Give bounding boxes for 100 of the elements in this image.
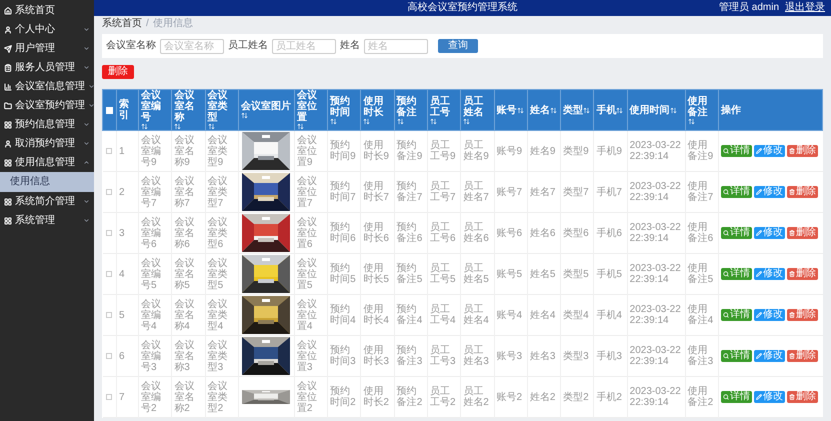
sidebar-item[interactable]: 服务人员管理	[0, 58, 94, 77]
table-cell-text: 5	[119, 310, 126, 320]
column-header[interactable]: 手机	[596, 104, 616, 116]
sort-icon[interactable]	[670, 106, 677, 114]
search-field[interactable]: 姓名	[364, 38, 428, 54]
sidebar-item[interactable]: 使用信息管理	[0, 153, 94, 172]
view-button[interactable]: 详情	[721, 391, 752, 403]
edit-button[interactable]: 修改	[754, 309, 785, 321]
row-checkbox[interactable]	[106, 230, 112, 236]
table-cell-text: 会议室编号5	[141, 258, 162, 290]
view-button[interactable]: 详情	[721, 268, 752, 280]
table-cell-text: 2023-03-22 22:39:14	[630, 304, 682, 326]
field-label: 会议室名称	[106, 40, 156, 52]
sidebar-item[interactable]: 系统首页	[0, 1, 94, 20]
delete-button[interactable]: 删除	[787, 145, 818, 157]
table-cell-text: 会议室编号7	[141, 176, 162, 208]
table-cell-text: 类型4	[563, 310, 590, 320]
delete-button[interactable]: 删除	[787, 350, 818, 362]
table-cell-text: 员工姓名3	[463, 345, 490, 367]
sort-icon[interactable]	[396, 118, 404, 124]
trash-icon	[789, 271, 795, 277]
edit-button[interactable]: 修改	[754, 145, 785, 157]
view-button[interactable]: 详情	[721, 186, 752, 198]
search-icon	[723, 312, 729, 318]
column-header[interactable]: 类型	[563, 104, 584, 116]
sort-icon[interactable]	[296, 123, 304, 130]
sort-icon[interactable]	[240, 112, 248, 119]
pencil-icon	[756, 189, 762, 195]
sidebar-item[interactable]: 用户管理	[0, 39, 94, 58]
delete-button[interactable]: 删除	[102, 65, 134, 79]
edit-button[interactable]: 修改	[754, 350, 785, 362]
view-button[interactable]: 详情	[721, 145, 752, 157]
table-cell-text: 预约备注7	[396, 181, 424, 203]
search-field[interactable]: 会议室名称	[160, 38, 224, 54]
row-checkbox[interactable]	[106, 148, 112, 154]
sort-icon[interactable]	[141, 123, 148, 130]
row-checkbox[interactable]	[106, 312, 112, 318]
table-cell-text: 账号6	[496, 228, 524, 238]
table-cell-text: 2023-03-22 22:39:14	[630, 386, 682, 408]
table-cell-text: 会议室名称5	[174, 258, 196, 290]
table-cell-text: 姓名7	[530, 186, 556, 198]
user-icon	[4, 26, 12, 34]
table-cell-text: 预约备注9	[396, 140, 424, 162]
sort-icon[interactable]	[208, 123, 215, 130]
edit-button[interactable]: 修改	[754, 227, 785, 239]
delete-button[interactable]: 删除	[787, 268, 818, 280]
table-cell-text: 使用备注3	[688, 345, 714, 367]
breadcrumb-item[interactable]: 系统首页	[102, 18, 142, 30]
sidebar-item[interactable]: 会议室信息管理	[0, 77, 94, 96]
sidebar-item[interactable]: 预约信息管理	[0, 115, 94, 134]
column-header[interactable]: 使用时间	[630, 104, 670, 116]
row-checkbox[interactable]	[106, 189, 112, 195]
table-cell-text: 3	[119, 228, 126, 238]
breadcrumb-item: 使用信息	[152, 18, 193, 30]
grid-icon	[4, 158, 12, 166]
search-field[interactable]: 员工姓名	[272, 38, 336, 54]
sidebar-item[interactable]: 取消预约管理	[0, 134, 94, 153]
table-cell-text: 会议室编号4	[141, 298, 162, 332]
column-header[interactable]: 姓名	[530, 104, 550, 116]
sort-icon[interactable]	[550, 106, 557, 114]
table-cell-text: 手机6	[596, 228, 623, 238]
view-button[interactable]: 详情	[721, 350, 752, 362]
sort-icon[interactable]	[583, 106, 590, 114]
view-button[interactable]: 详情	[721, 227, 752, 239]
search-icon	[723, 189, 729, 195]
sort-icon[interactable]	[430, 118, 437, 124]
sort-icon[interactable]	[688, 118, 695, 124]
search-button[interactable]: 查询	[438, 39, 478, 53]
edit-button[interactable]: 修改	[754, 268, 785, 280]
edit-button[interactable]: 修改	[754, 186, 785, 198]
row-checkbox[interactable]	[106, 271, 112, 277]
table-cell-text: 账号3	[496, 350, 524, 362]
row-checkbox[interactable]	[106, 394, 112, 400]
sidebar-item[interactable]: 个人中心	[0, 20, 94, 39]
edit-button[interactable]: 修改	[754, 391, 785, 403]
row-checkbox[interactable]	[106, 353, 112, 359]
sidebar-item[interactable]: 会议室预约管理	[0, 96, 94, 115]
table-cell-text: 会议室名称3	[174, 340, 196, 372]
sidebar-item[interactable]: 系统管理	[0, 211, 94, 230]
trash-icon	[789, 230, 795, 236]
logout-link[interactable]: 退出登录	[785, 2, 825, 14]
delete-button[interactable]: 删除	[787, 186, 818, 198]
sort-icon[interactable]	[363, 118, 370, 124]
sort-icon[interactable]	[516, 106, 524, 114]
submenu-item[interactable]: 使用信息	[0, 172, 94, 192]
sort-icon[interactable]	[174, 123, 182, 130]
delete-button[interactable]: 删除	[787, 391, 818, 403]
table-cell-text: 会议室位置2	[296, 380, 318, 414]
column-header[interactable]: 账号	[496, 104, 517, 116]
view-button[interactable]: 详情	[721, 309, 752, 321]
table-cell-text: 员工姓名6	[463, 222, 490, 244]
table-cell-text: 账号4	[496, 310, 524, 320]
sidebar-item[interactable]: 系统简介管理	[0, 192, 94, 211]
delete-button[interactable]: 删除	[787, 309, 818, 321]
delete-button[interactable]: 删除	[787, 227, 818, 239]
table-cell-text: 预约备注4	[396, 304, 424, 326]
sort-icon[interactable]	[463, 118, 470, 124]
sort-icon[interactable]	[616, 106, 624, 114]
trash-icon	[789, 394, 795, 400]
sort-icon[interactable]	[330, 118, 338, 124]
